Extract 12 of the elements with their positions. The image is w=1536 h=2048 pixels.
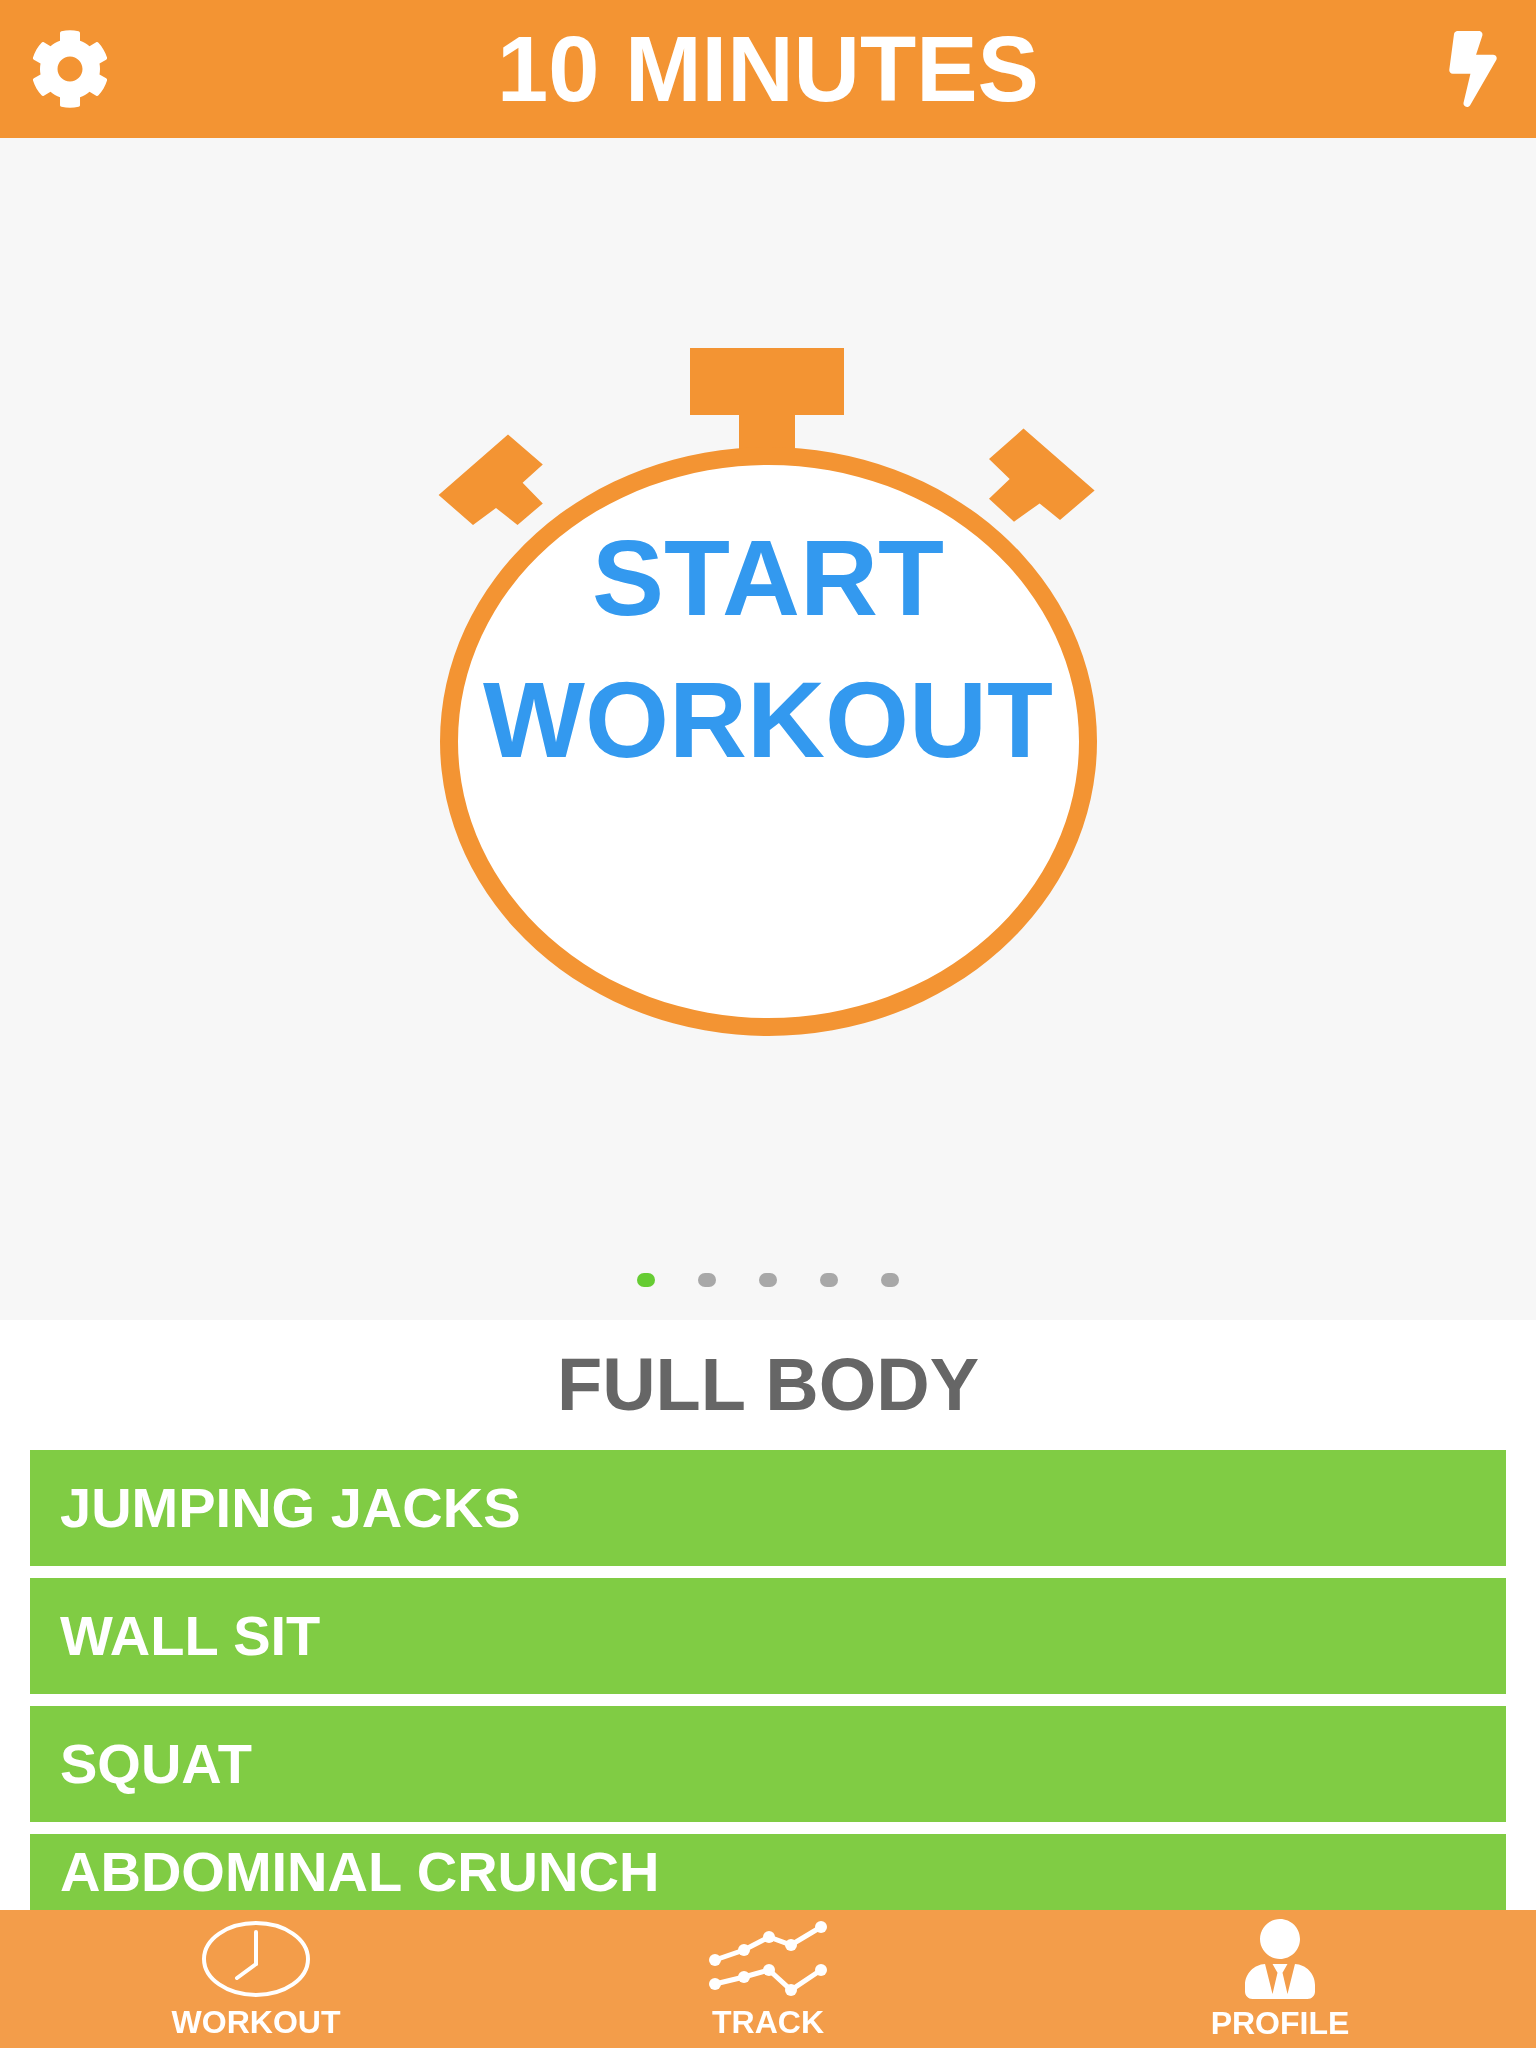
exercise-row[interactable]: WALL SIT [30,1578,1506,1694]
exercise-row[interactable]: JUMPING JACKS [30,1450,1506,1566]
tab-bar-item[interactable]: PROFILE [1210,1919,1350,2039]
tab-bar-item[interactable]: TRACK [709,1920,827,2038]
exercise-row[interactable]: SQUAT [30,1706,1506,1822]
screen-title: 10 MINUTES [497,23,1039,115]
exercise-row[interactable]: ABDOMINAL CRUNCH [30,1834,1506,1910]
section-title: FULL BODY [556,1348,980,1422]
clock-icon [201,1920,311,1998]
start-workout-button[interactable]: START WORKOUT [439,447,1097,1036]
tab-bar-item[interactable]: WORKOUT [171,1920,341,2038]
line-graph-icon [709,1920,827,1998]
